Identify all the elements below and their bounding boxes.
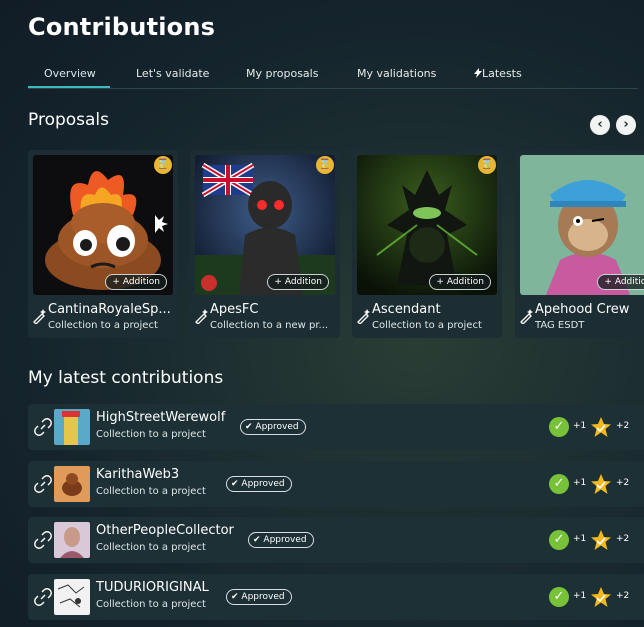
addition-badge: + Addition [105, 274, 167, 290]
status-label: Approved [241, 592, 285, 602]
active-tab-indicator [28, 86, 110, 88]
star-count: +2 [616, 421, 630, 431]
addition-badge: + Addition [267, 274, 329, 290]
hourglass-icon: ⌛ [154, 156, 172, 174]
star-count: +2 [616, 591, 630, 601]
star-icon [591, 530, 611, 550]
tab-latests-label: Latests [482, 67, 522, 80]
contribution-name: KarithaWeb3 [96, 467, 180, 482]
hourglass-icon: ⌛ [316, 156, 334, 174]
collection-thumbnail [54, 466, 90, 502]
contribution-name: OtherPeopleCollector [96, 523, 234, 538]
vote-count: +1 [573, 478, 587, 488]
vote-count: +1 [573, 591, 587, 601]
lightning-icon [474, 68, 482, 78]
star-count: +2 [616, 478, 630, 488]
contribution-row[interactable]: OtherPeopleCollector Collection to a pro… [28, 517, 644, 563]
check-icon: ✓ [549, 417, 569, 437]
link-icon [34, 418, 52, 436]
tab-overview[interactable]: Overview [44, 67, 96, 80]
page: Contributions Overview Let's validate My… [0, 0, 644, 627]
pen-sparkle-icon [357, 309, 370, 324]
pen-sparkle-icon [33, 309, 46, 324]
link-icon [34, 531, 52, 549]
tab-my-proposals[interactable]: My proposals [246, 67, 318, 80]
carousel-next-button[interactable]: › [616, 115, 636, 135]
star-icon [591, 417, 611, 437]
contribution-row[interactable]: KarithaWeb3 Collection to a project ✔ Ap… [28, 461, 644, 507]
status-label: Approved [241, 479, 285, 489]
contribution-row[interactable]: HighStreetWerewolf Collection to a proje… [28, 404, 644, 450]
card-name: Apehood Crew [535, 302, 630, 317]
card-subtitle: Collection to a new pr... [210, 320, 329, 331]
tab-latests[interactable]: Latests [474, 67, 522, 80]
card-name: Ascendant [372, 302, 441, 317]
proposals-heading: Proposals [28, 110, 110, 130]
status-badge: ✔ Approved [226, 476, 292, 492]
contribution-row[interactable]: TUDURIORIGINAL Collection to a project ✔… [28, 574, 644, 620]
vote-count: +1 [573, 534, 587, 544]
tab-bar: Overview Let's validate My proposals My … [28, 60, 638, 89]
contribution-subtitle: Collection to a project [96, 542, 206, 553]
collection-thumbnail [54, 522, 90, 558]
proposal-card[interactable]: ⌛ + Addition ApesFC Collection to a new … [190, 150, 340, 338]
status-badge: ✔ Approved [226, 589, 292, 605]
star-icon [591, 474, 611, 494]
tab-my-validations[interactable]: My validations [357, 67, 436, 80]
star-icon [591, 587, 611, 607]
pen-sparkle-icon [520, 309, 533, 324]
contribution-subtitle: Collection to a project [96, 429, 206, 440]
tab-lets-validate[interactable]: Let's validate [136, 67, 209, 80]
status-badge: ✔ Approved [240, 419, 306, 435]
card-subtitle: TAG ESDT [535, 320, 585, 331]
star-count: +2 [616, 534, 630, 544]
contribution-name: TUDURIORIGINAL [96, 580, 209, 595]
status-label: Approved [255, 422, 299, 432]
check-icon: ✓ [549, 530, 569, 550]
check-icon: ✓ [549, 474, 569, 494]
carousel-prev-button[interactable]: ‹ [590, 115, 610, 135]
latest-contributions-heading: My latest contributions [28, 368, 224, 388]
proposal-card[interactable]: ⌛ + Addition Ascendant Collection to a p… [352, 150, 502, 338]
card-subtitle: Collection to a project [48, 320, 158, 331]
proposal-card[interactable]: + Addition Apehood Crew TAG ESDT [515, 150, 644, 338]
addition-badge: + Addition [429, 274, 491, 290]
proposal-card[interactable]: ⌛ + Addition CantinaRoyaleSp... Collecti… [28, 150, 178, 338]
card-name: ApesFC [210, 302, 259, 317]
card-name: CantinaRoyaleSp... [48, 302, 171, 317]
check-icon: ✓ [549, 587, 569, 607]
addition-badge: + Addition [597, 274, 644, 290]
page-title: Contributions [28, 13, 216, 41]
contribution-subtitle: Collection to a project [96, 599, 206, 610]
card-subtitle: Collection to a project [372, 320, 482, 331]
hourglass-icon: ⌛ [478, 156, 496, 174]
status-label: Approved [263, 535, 307, 545]
contribution-subtitle: Collection to a project [96, 486, 206, 497]
vote-count: +1 [573, 421, 587, 431]
status-badge: ✔ Approved [248, 532, 314, 548]
link-icon [34, 475, 52, 493]
link-icon [34, 588, 52, 606]
collection-thumbnail [54, 579, 90, 615]
pen-sparkle-icon [195, 309, 208, 324]
collection-thumbnail [54, 409, 90, 445]
contribution-name: HighStreetWerewolf [96, 410, 226, 425]
